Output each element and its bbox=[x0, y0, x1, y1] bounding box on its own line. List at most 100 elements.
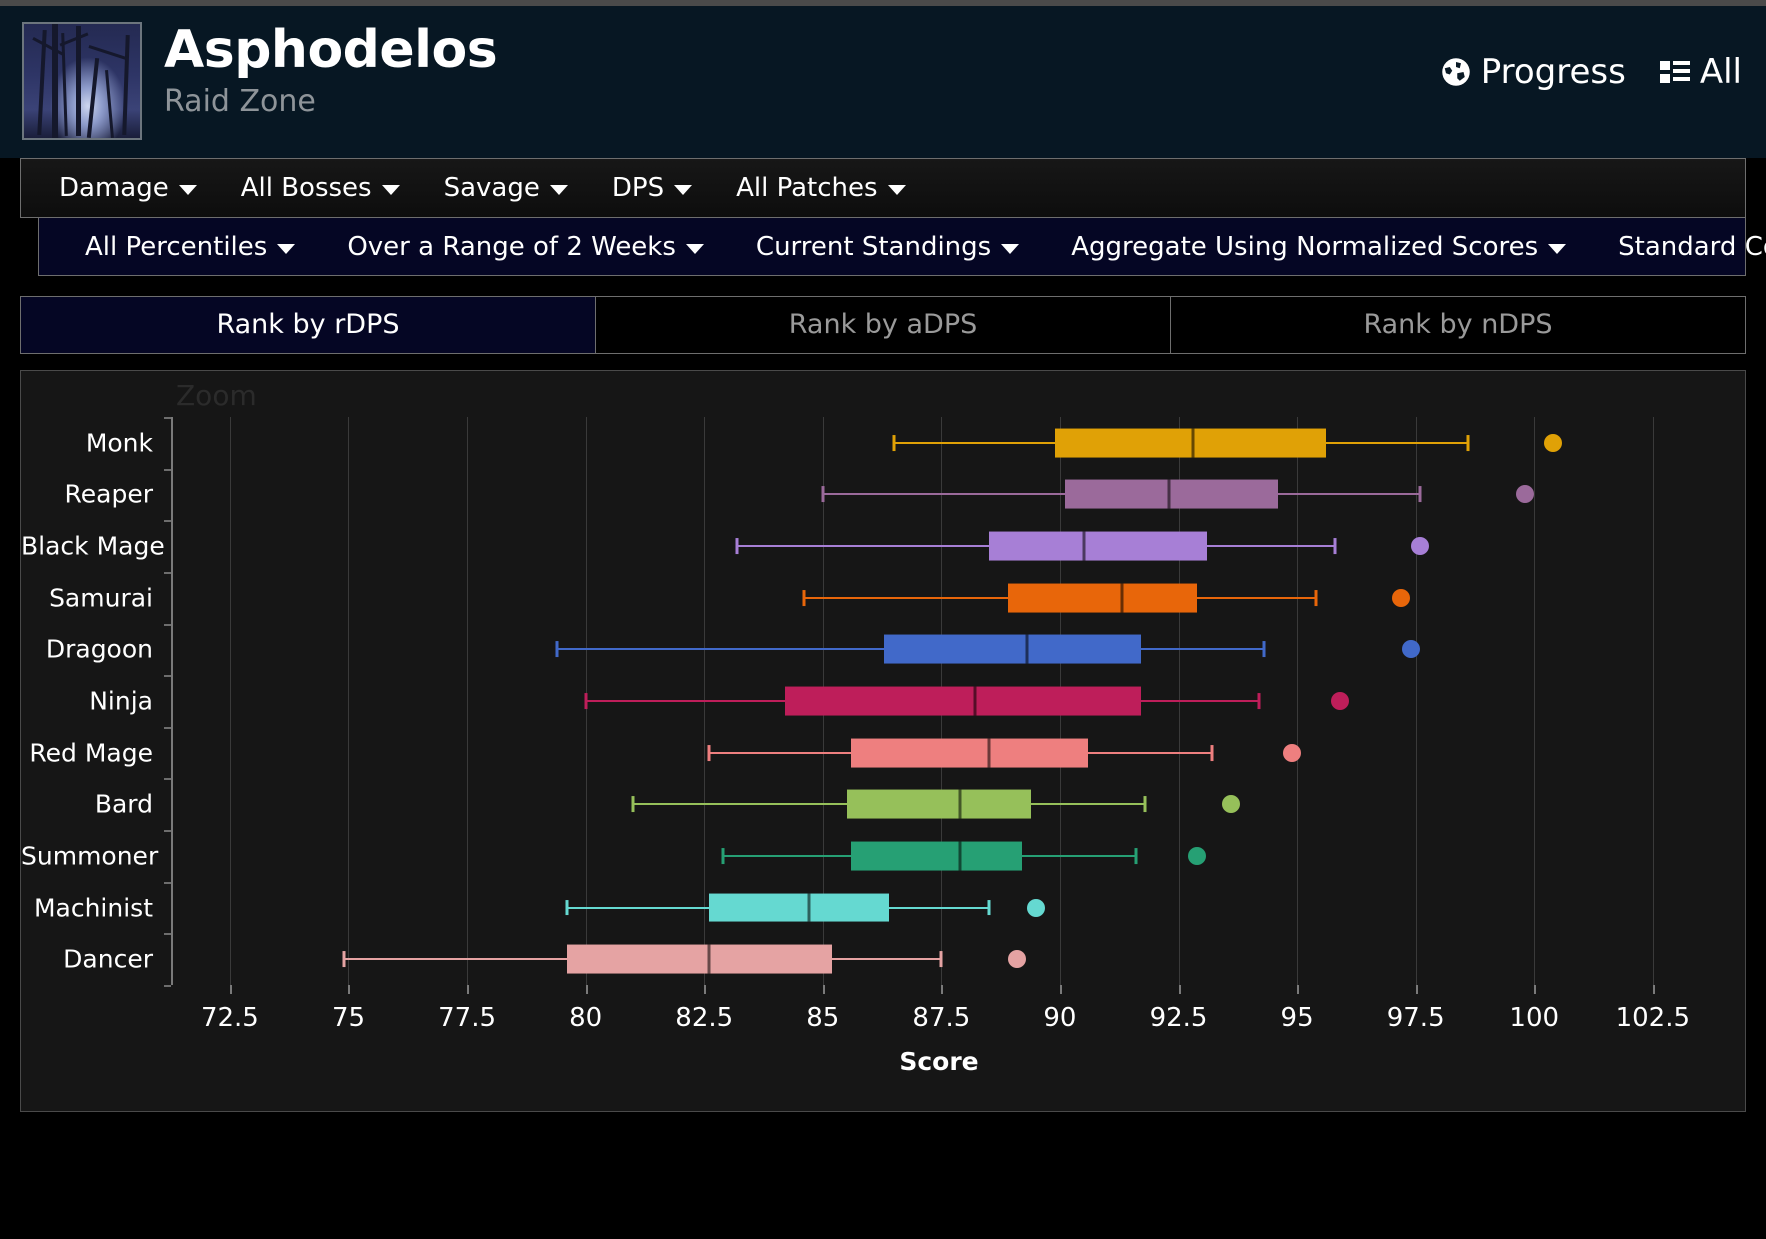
filter-all-percentiles[interactable]: All Percentiles bbox=[59, 232, 321, 262]
filter-comps-label: Standard Comps bbox=[1618, 231, 1766, 262]
all-label: All bbox=[1699, 52, 1742, 92]
boxplot-median-line bbox=[987, 738, 991, 768]
y-axis-tick bbox=[164, 726, 171, 729]
boxplot-whisker-cap bbox=[721, 847, 725, 864]
filters-section: Damage All Bosses Savage DPS All Patches… bbox=[0, 158, 1766, 276]
boxplot-whisker-cap bbox=[555, 641, 559, 658]
filter-damage[interactable]: Damage bbox=[37, 173, 219, 203]
tab-rank-by-adps[interactable]: Rank by aDPS bbox=[596, 297, 1171, 353]
boxplot-box[interactable] bbox=[1007, 583, 1198, 613]
gridline bbox=[1415, 417, 1417, 985]
filter-all-patches[interactable]: All Patches bbox=[714, 173, 927, 203]
filter-time-range[interactable]: Over a Range of 2 Weeks bbox=[321, 232, 730, 262]
x-axis-label: 85 bbox=[806, 1003, 840, 1033]
boxplot-outlier-point[interactable] bbox=[1008, 950, 1027, 969]
x-axis-label: 100 bbox=[1509, 1003, 1560, 1033]
x-axis-label: 80 bbox=[569, 1003, 603, 1033]
filter-time-range-label: Over a Range of 2 Weeks bbox=[347, 231, 676, 262]
y-axis-category-label: Dragoon bbox=[45, 634, 153, 664]
boxplot-outlier-point[interactable] bbox=[1411, 537, 1430, 556]
boxplot-whisker-cap bbox=[1210, 744, 1214, 761]
x-axis-tick bbox=[229, 985, 232, 994]
x-axis-tick bbox=[348, 985, 351, 994]
boxplot-outlier-point[interactable] bbox=[1330, 692, 1349, 710]
boxplot-outlier-point[interactable] bbox=[1544, 433, 1563, 452]
boxplot-box[interactable] bbox=[851, 841, 1022, 871]
boxplot-whisker-cap bbox=[735, 538, 739, 555]
boxplot-outlier-point[interactable] bbox=[1515, 485, 1534, 504]
page-header: Asphodelos Raid Zone Progress All bbox=[0, 6, 1766, 158]
filter-comps[interactable]: Standard Comps bbox=[1592, 232, 1766, 262]
boxplot-outlier-point[interactable] bbox=[1283, 743, 1302, 762]
x-axis-title: Score bbox=[899, 1047, 979, 1076]
boxplot-whisker-cap bbox=[939, 951, 943, 968]
boxplot-whisker-cap bbox=[1314, 589, 1318, 606]
tab-rank-by-ndps[interactable]: Rank by nDPS bbox=[1171, 297, 1745, 353]
all-button[interactable]: All bbox=[1659, 52, 1742, 92]
boxplot-box[interactable] bbox=[708, 893, 890, 922]
filter-all-bosses[interactable]: All Bosses bbox=[219, 173, 422, 203]
filter-dps[interactable]: DPS bbox=[590, 173, 714, 203]
y-axis-tick bbox=[164, 830, 171, 833]
tab-rank-by-rdps[interactable]: Rank by rDPS bbox=[21, 297, 596, 353]
filter-savage[interactable]: Savage bbox=[422, 173, 590, 203]
filter-standings-label: Current Standings bbox=[755, 231, 992, 262]
x-axis-tick bbox=[1297, 985, 1300, 994]
boxplot-whisker-cap bbox=[707, 744, 711, 761]
boxplot-median-line bbox=[1191, 428, 1195, 458]
filter-aggregate[interactable]: Aggregate Using Normalized Scores bbox=[1045, 232, 1592, 262]
y-axis-category-label: Black Mage bbox=[21, 531, 165, 561]
y-axis-category-label: Samurai bbox=[49, 583, 153, 613]
y-axis-category-label: Red Mage bbox=[29, 738, 153, 768]
secondary-filter-bar: All Percentiles Over a Range of 2 Weeks … bbox=[38, 218, 1766, 276]
boxplot-median-line bbox=[707, 944, 711, 974]
chevron-down-icon bbox=[1548, 243, 1567, 254]
x-axis-label: 97.5 bbox=[1386, 1003, 1445, 1033]
list-icon bbox=[1659, 59, 1690, 85]
chevron-down-icon bbox=[685, 243, 704, 254]
filter-aggregate-label: Aggregate Using Normalized Scores bbox=[1071, 231, 1539, 262]
gridline bbox=[1534, 417, 1536, 985]
boxplot-outlier-point[interactable] bbox=[1221, 795, 1240, 814]
x-axis-tick bbox=[467, 985, 470, 994]
boxplot-outlier-point[interactable] bbox=[1188, 846, 1207, 865]
page-subtitle: Raid Zone bbox=[164, 84, 316, 120]
header-text-block: Asphodelos Raid Zone bbox=[164, 22, 498, 120]
filter-all-percentiles-label: All Percentiles bbox=[85, 231, 268, 262]
boxplot-box[interactable] bbox=[846, 789, 1032, 819]
boxplot-whisker-cap bbox=[631, 796, 635, 813]
boxplot-box[interactable] bbox=[566, 944, 833, 974]
boxplot-whisker-cap bbox=[802, 589, 806, 606]
x-axis-tick bbox=[1415, 985, 1418, 994]
boxplot-box[interactable] bbox=[884, 634, 1141, 664]
boxplot-box[interactable] bbox=[784, 686, 1141, 716]
x-axis-tick bbox=[941, 985, 944, 994]
y-axis-category-label: Dancer bbox=[63, 944, 153, 974]
x-axis-label: 90 bbox=[1043, 1003, 1077, 1033]
boxplot-whisker-cap bbox=[1333, 538, 1337, 555]
y-axis-tick bbox=[164, 571, 171, 574]
boxplot-outlier-point[interactable] bbox=[1401, 640, 1420, 659]
boxplot-outlier-point[interactable] bbox=[1392, 588, 1411, 607]
y-axis-category-label: Monk bbox=[85, 428, 153, 458]
boxplot-whisker-cap bbox=[1466, 434, 1470, 451]
chevron-down-icon bbox=[549, 185, 568, 195]
filter-dps-label: DPS bbox=[611, 173, 665, 203]
boxplot-plot-area[interactable]: 72.5 75 77.5 80 82.5 85 87.5 90 92.5 95 97.5 100 102… bbox=[21, 371, 1745, 1111]
boxplot-box[interactable] bbox=[1064, 480, 1279, 509]
y-axis-category-label: Bard bbox=[94, 789, 153, 819]
x-axis-tick bbox=[1059, 985, 1062, 994]
progress-button[interactable]: Progress bbox=[1441, 52, 1626, 92]
y-axis-tick bbox=[164, 675, 171, 678]
chevron-down-icon bbox=[1001, 243, 1020, 254]
filter-standings[interactable]: Current Standings bbox=[730, 232, 1045, 262]
boxplot-box[interactable] bbox=[851, 738, 1089, 768]
y-axis-tick bbox=[164, 881, 171, 884]
boxplot-outlier-point[interactable] bbox=[1027, 898, 1046, 917]
y-axis-category-label: Ninja bbox=[89, 686, 153, 716]
y-axis-tick bbox=[164, 623, 171, 626]
boxplot-median-line bbox=[1167, 480, 1171, 509]
filter-all-patches-label: All Patches bbox=[736, 173, 878, 203]
boxplot-median-line bbox=[1082, 531, 1086, 561]
boxplot-box[interactable] bbox=[988, 531, 1207, 561]
